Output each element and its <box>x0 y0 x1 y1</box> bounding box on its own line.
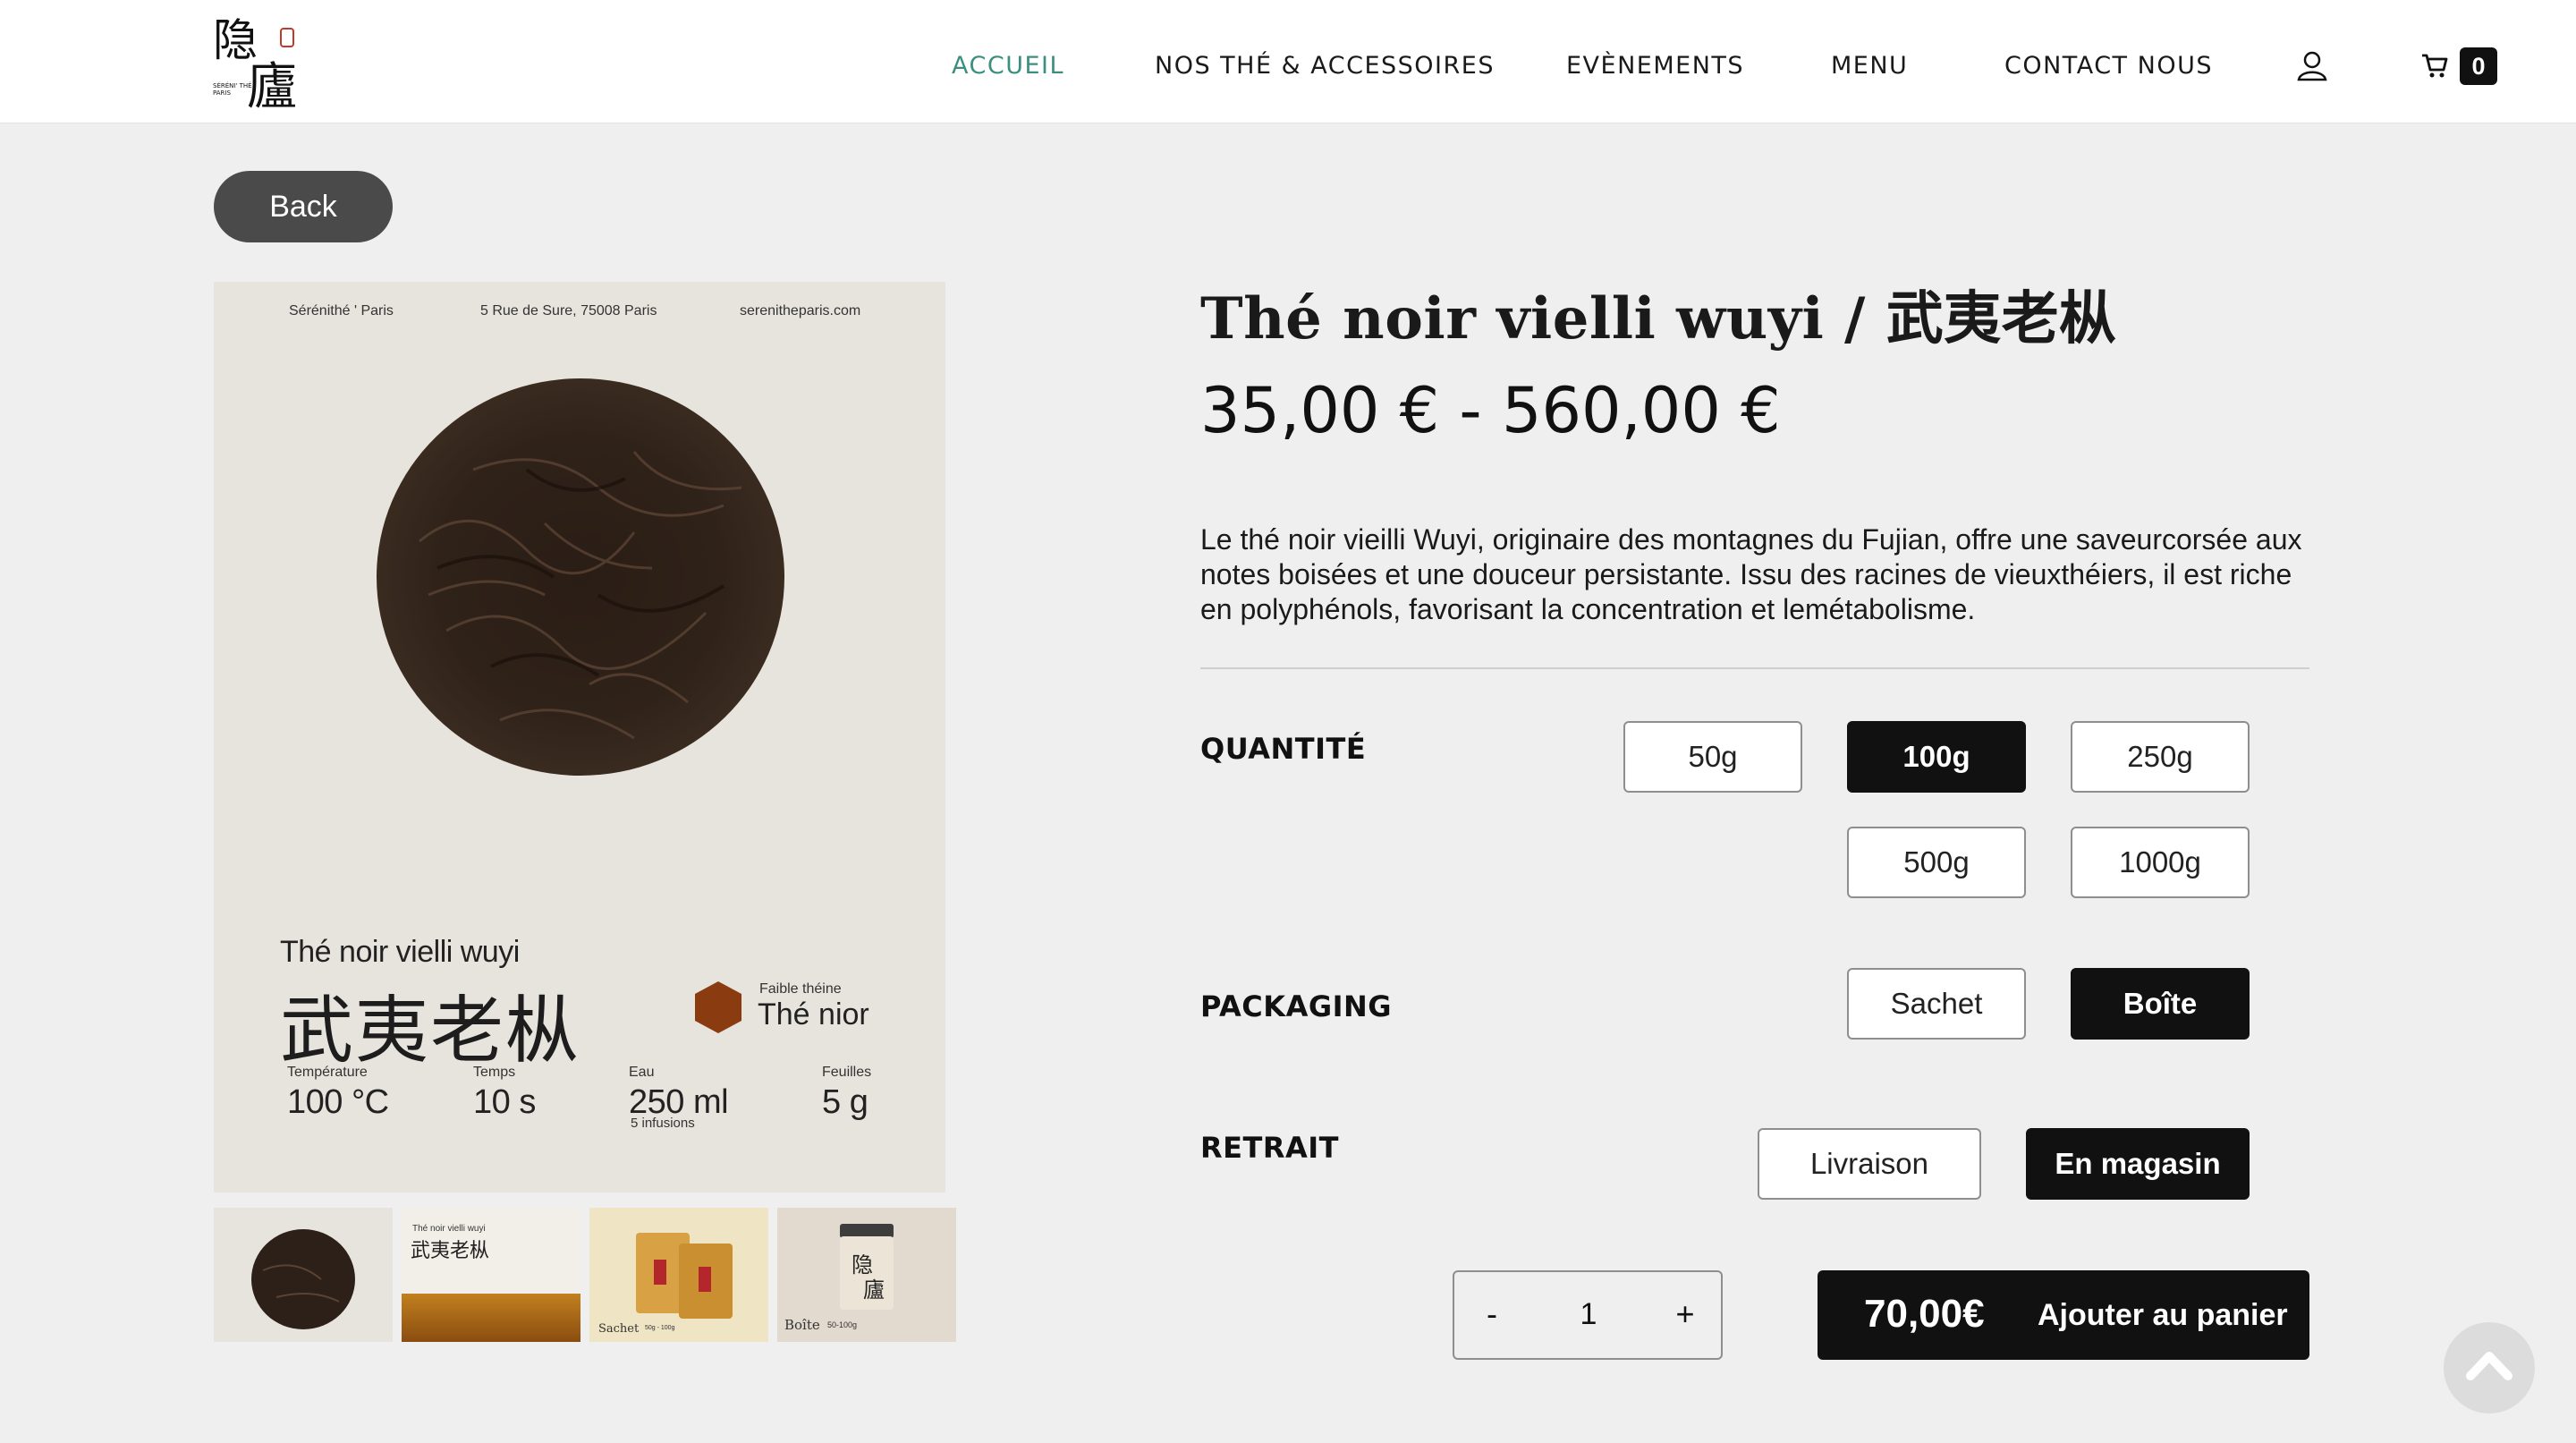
thumbnail-2-name-cn: 武夷老枞 <box>411 1240 490 1262</box>
svg-text:廬: 廬 <box>247 58 297 111</box>
scroll-to-top-button[interactable] <box>2444 1322 2535 1413</box>
stat-label-temperature: Température <box>287 1065 368 1080</box>
card-brand: Sérénithé ' Paris <box>289 303 394 318</box>
stat-label-eau: Eau <box>629 1065 655 1080</box>
quantity-decrease-button[interactable]: - <box>1474 1295 1510 1333</box>
stat-label-temps: Temps <box>473 1065 516 1080</box>
cart-count-badge[interactable]: 0 <box>2460 47 2497 85</box>
thumbnail-2-name: Thé noir vielli wuyi <box>412 1224 486 1234</box>
quantity-label: QUANTITÉ <box>1200 732 1367 766</box>
stat-value-temps: 10 s <box>473 1083 536 1121</box>
packaging-label: PACKAGING <box>1200 989 1393 1023</box>
product-title: Thé noir vielli wuyi / 武夷老枞 <box>1200 285 2117 352</box>
thumbnail-4[interactable]: 隐 廬 Boîte 50-100g <box>777 1208 956 1342</box>
divider <box>1200 667 2309 669</box>
nav-contact-nous[interactable]: CONTACT NOUS <box>2004 52 2213 80</box>
nav-nos-the-accessoires[interactable]: NOS THÉ & ACCESSOIRES <box>1155 52 1495 80</box>
stat-sub-eau: 5 infusions <box>631 1116 695 1131</box>
user-icon[interactable] <box>2295 48 2329 82</box>
thumbnail-1[interactable] <box>214 1208 393 1342</box>
tea-leaves-image <box>377 378 784 776</box>
nav-evenements[interactable]: EVÈNEMENTS <box>1566 52 1744 80</box>
thumbnail-tea-image <box>251 1229 355 1329</box>
svg-text:隐: 隐 <box>852 1252 873 1277</box>
quantity-option-500g[interactable]: 500g <box>1847 827 2026 898</box>
product-description: Le thé noir vieilli Wuyi, originaire des… <box>1200 523 2302 625</box>
quantity-option-1000g[interactable]: 1000g <box>2071 827 2250 898</box>
brand-logo[interactable]: 隐 廬 SÉRÉNI' THÉ PARIS <box>211 14 308 111</box>
site-header: 隐 廬 SÉRÉNI' THÉ PARIS ACCUEIL NOS THÉ & … <box>0 0 2576 123</box>
hexagon-icon <box>695 981 741 1033</box>
product-price-range: 35,00 € - 560,00 € <box>1200 374 1781 447</box>
thumbnail-3[interactable]: Sachet 50g - 100g <box>589 1208 768 1342</box>
nav-menu[interactable]: MENU <box>1831 52 1908 80</box>
thumbnail-4-sub: 50-100g <box>827 1320 858 1329</box>
thumbnail-3-sub: 50g - 100g <box>645 1325 675 1331</box>
quantity-option-50g[interactable]: 50g <box>1623 721 1802 793</box>
svg-text:SÉRÉNI' THÉ: SÉRÉNI' THÉ <box>213 81 252 89</box>
product-main-image: Sérénithé ' Paris 5 Rue de Sure, 75008 P… <box>214 282 945 1193</box>
card-tea-type: Thé nior <box>758 997 869 1031</box>
card-product-name: Thé noir vielli wuyi <box>280 935 520 969</box>
quantity-option-100g[interactable]: 100g <box>1847 721 2026 793</box>
cart-icon[interactable] <box>2420 52 2449 79</box>
card-product-name-cn: 武夷老枞 <box>280 989 581 1074</box>
chevron-up-icon <box>2466 1352 2512 1380</box>
stat-label-feuilles: Feuilles <box>822 1065 872 1080</box>
add-to-cart-total: 70,00€ <box>1864 1292 1985 1336</box>
card-theine: Faible théine <box>759 981 842 997</box>
quantity-option-250g[interactable]: 250g <box>2071 721 2250 793</box>
card-address: 5 Rue de Sure, 75008 Paris <box>480 303 657 318</box>
quantity-stepper: - 1 + <box>1453 1270 1723 1360</box>
retrait-label: RETRAIT <box>1200 1131 1339 1165</box>
retrait-option-en-magasin[interactable]: En magasin <box>2026 1128 2250 1200</box>
card-website: serenitheparis.com <box>740 303 861 318</box>
stat-value-feuilles: 5 g <box>822 1083 869 1121</box>
thumbnail-4-label: Boîte <box>784 1317 820 1333</box>
packaging-option-boite[interactable]: Boîte <box>2071 968 2250 1040</box>
thumbnail-2-liquor <box>402 1294 580 1342</box>
thumbnail-3-label: Sachet <box>598 1322 640 1336</box>
svg-text:廬: 廬 <box>863 1277 885 1303</box>
quantity-input[interactable]: 1 <box>1553 1297 1624 1332</box>
quantity-increase-button[interactable]: + <box>1667 1295 1703 1333</box>
retrait-option-livraison[interactable]: Livraison <box>1758 1128 1981 1200</box>
add-to-cart-label: Ajouter au panier <box>2038 1298 2288 1332</box>
packaging-option-sachet[interactable]: Sachet <box>1847 968 2026 1040</box>
stat-value-temperature: 100 °C <box>287 1083 389 1121</box>
thumbnail-2[interactable]: Thé noir vielli wuyi 武夷老枞 <box>402 1208 580 1342</box>
add-to-cart-button[interactable]: 70,00€ Ajouter au panier <box>1818 1270 2309 1360</box>
svg-text:PARIS: PARIS <box>213 89 231 97</box>
back-button[interactable]: Back <box>214 171 393 242</box>
nav-accueil[interactable]: ACCUEIL <box>952 52 1064 80</box>
